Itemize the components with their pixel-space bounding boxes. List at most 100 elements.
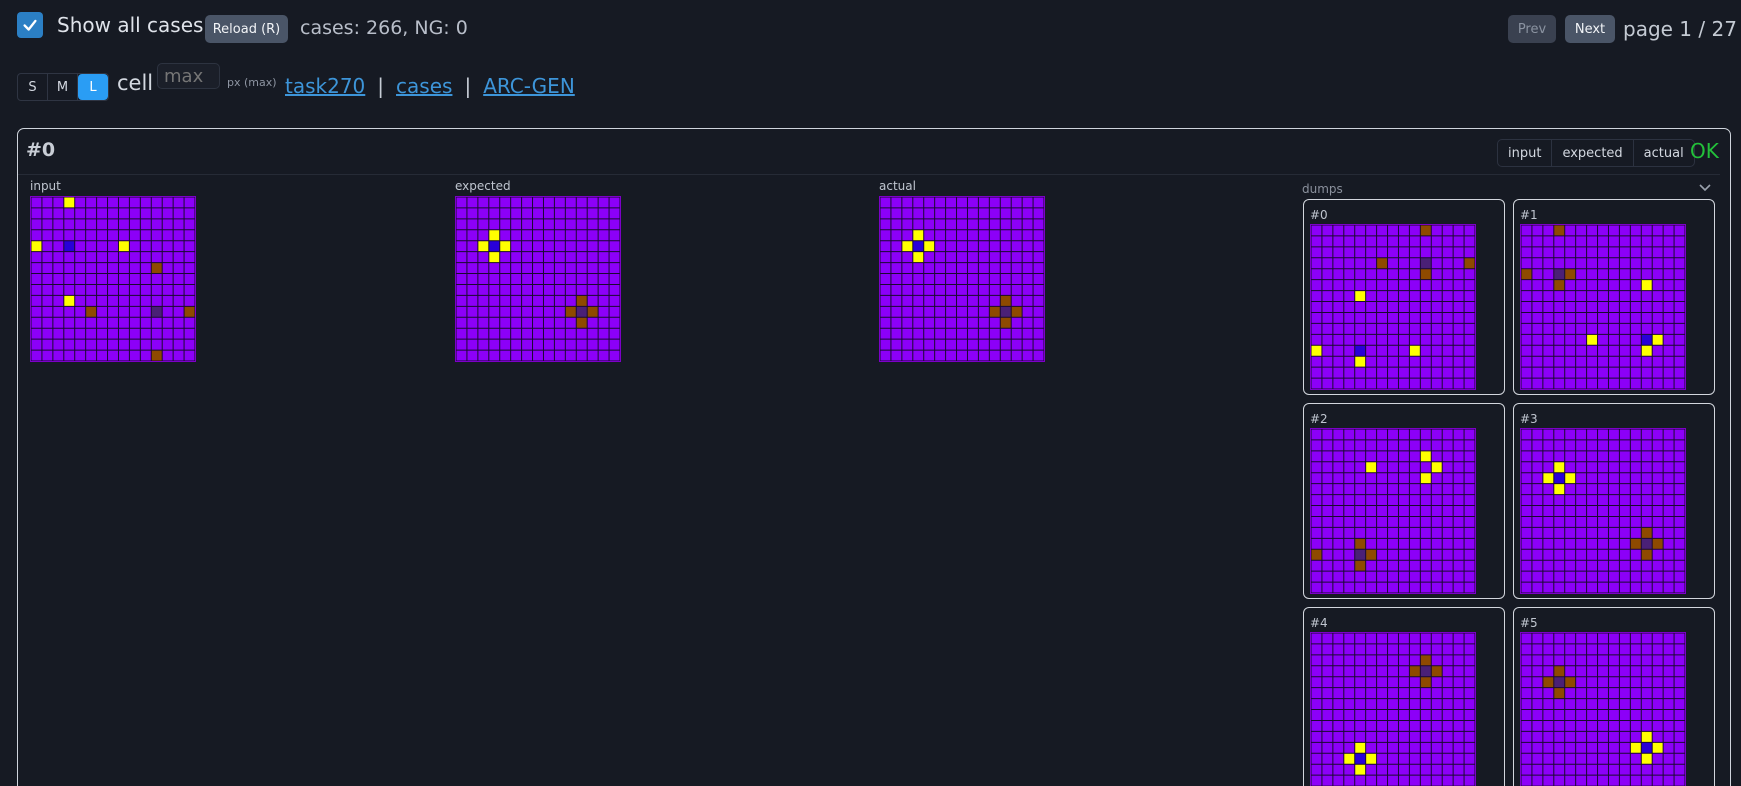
grid-background [1521,225,1685,389]
grid-cell [1420,665,1432,677]
grid-cell [989,306,1001,318]
grid-cell [477,240,489,252]
grid-cell [1553,472,1565,484]
grid-cell [63,197,75,208]
grid-cell [1354,742,1366,754]
grid-cell [1311,345,1322,357]
tab-input[interactable]: input [1498,140,1553,166]
grid-cell [1641,753,1653,765]
nav-links: task270 | cases | ARC-GEN [285,74,575,98]
px-max-label: px (max) [227,76,277,89]
grid-cell [1553,483,1565,495]
grid-cell [1420,676,1432,688]
grid-cell [1354,560,1366,572]
grid-cell [1553,268,1565,280]
show-all-checkbox[interactable] [17,12,43,38]
grid-cell [488,240,500,252]
grid-cell [1420,654,1432,666]
prev-button[interactable]: Prev [1508,15,1556,43]
grid-cell [565,306,577,318]
grid-cell [1553,279,1565,291]
grid-cell [1641,742,1653,754]
cell-size-group: S M L [17,73,109,101]
grid-cell [1652,334,1664,346]
expected-grid-label: expected [455,179,511,193]
grid-cell [912,229,924,241]
tab-expected[interactable]: expected [1552,140,1634,166]
grid-cell [1420,450,1432,462]
tab-actual[interactable]: actual [1634,140,1694,166]
reload-button[interactable]: Reload (R) [205,15,288,43]
grid-cell [1641,527,1653,539]
dump-grid [1520,632,1686,786]
grid-cell [1365,549,1377,561]
grid-cell [488,251,500,263]
grid-cell [1354,356,1366,368]
input-grid [30,196,196,362]
case-title: #0 [26,139,56,161]
grid-cell [1376,257,1388,269]
grid-cell [1420,268,1432,280]
grid-cell [1564,472,1576,484]
grid-cell [1630,538,1642,550]
cell-size-input[interactable] [157,63,220,89]
grid-background [456,197,620,361]
grid-cell [1420,225,1432,236]
show-all-label: Show all cases [57,13,204,37]
grid-cell [1311,549,1322,561]
dump-grid [1310,428,1476,594]
chevron-down-icon[interactable] [1698,183,1712,193]
grid-cell [488,229,500,241]
dump-label: #2 [1310,412,1328,426]
dump-grid [1310,632,1476,786]
next-button[interactable]: Next [1565,15,1615,43]
grid-cell [1000,295,1012,307]
grid-cell [1431,665,1443,677]
cases-link[interactable]: cases [396,74,452,98]
grid-cell [1420,472,1432,484]
dump-grid [1520,224,1686,390]
grid-cell [1000,306,1012,318]
grid-cell [576,306,588,318]
grid-cell [1641,345,1653,357]
grid-cell [1641,538,1653,550]
actual-grid-label: actual [879,179,916,193]
grid-cell [151,306,163,318]
grid-cell [576,317,588,329]
grid-cell [63,240,75,252]
grid-cell [1641,334,1653,346]
grid-cell [1409,665,1421,677]
grid-cell [901,240,913,252]
grid-cell [1420,257,1432,269]
link-separator: | [464,74,472,98]
arc-gen-link[interactable]: ARC-GEN [483,74,575,98]
grid-cell [587,306,599,318]
grid-background [1311,429,1475,593]
grid-cell [923,240,935,252]
grid-cell [1011,306,1023,318]
page-info: page 1 / 27 [1623,17,1737,41]
grid-cell [1354,290,1366,302]
grid-cell [1354,538,1366,550]
grid-cell [1542,676,1554,688]
size-m-button[interactable]: M [48,74,78,100]
grid-cell [912,251,924,263]
grid-cell [1641,731,1653,743]
grid-cell [1542,472,1554,484]
expected-grid [455,196,621,362]
grid-cell [1641,549,1653,561]
grid-cell [63,295,75,307]
dump-grid [1520,428,1686,594]
size-s-button[interactable]: S [18,74,48,100]
size-l-button[interactable]: L [78,74,108,100]
actual-grid [879,196,1045,362]
grid-cell [1343,753,1355,765]
grid-cell [184,306,195,318]
grid-cell [1365,461,1377,473]
grid-cell [1564,676,1576,688]
grid-cell [1354,549,1366,561]
grid-background [31,197,195,361]
task-link[interactable]: task270 [285,74,365,98]
link-separator: | [377,74,385,98]
view-tabs: input expected actual [1497,139,1695,167]
